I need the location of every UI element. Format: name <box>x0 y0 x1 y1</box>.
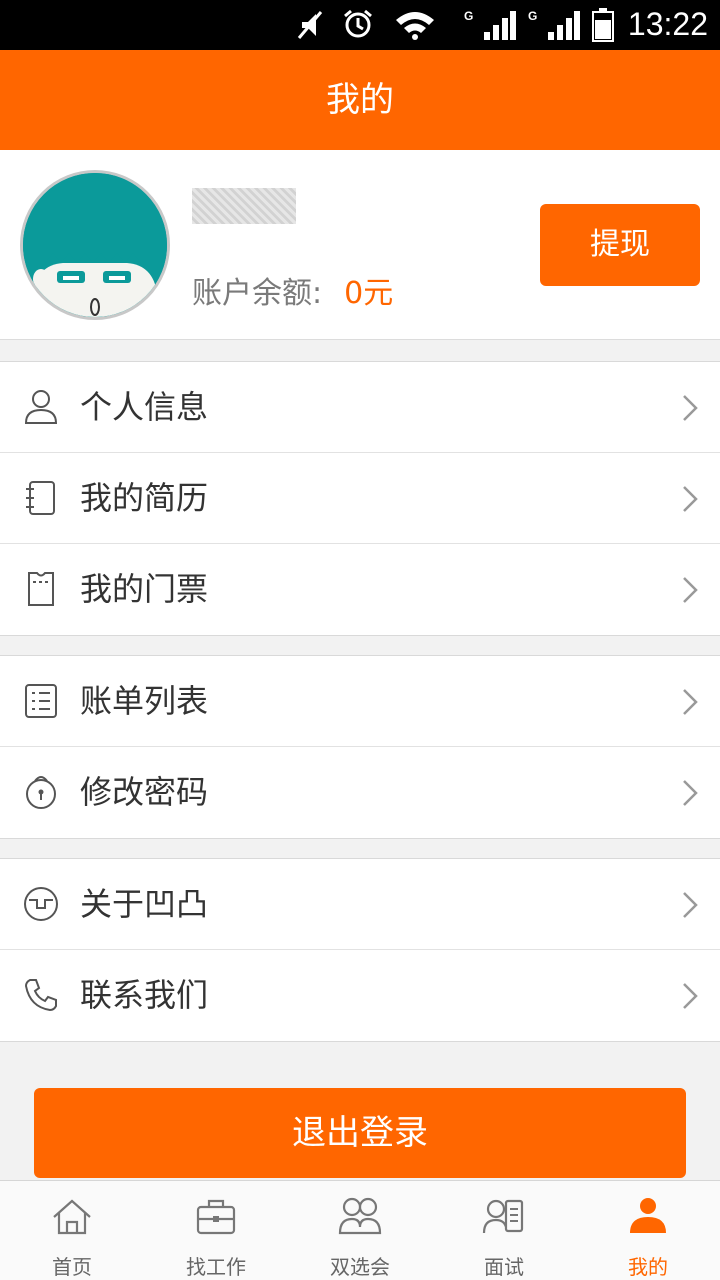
person-icon <box>24 390 58 424</box>
svg-text:G: G <box>528 9 537 23</box>
tab-home[interactable]: 首页 <box>0 1181 144 1280</box>
menu-group-account: 账单列表 修改密码 <box>0 655 720 839</box>
menu-item-change-password[interactable]: 修改密码 <box>0 747 720 838</box>
signal-icon-2: G <box>528 9 580 40</box>
withdraw-button[interactable]: 提现 <box>540 204 700 286</box>
menu-item-personal-info[interactable]: 个人信息 <box>0 362 720 453</box>
avatar[interactable] <box>20 170 170 320</box>
page-title: 我的 <box>326 80 394 120</box>
menu-group-personal: 个人信息 我的简历 我的门票 <box>0 361 720 636</box>
menu-item-contact[interactable]: 联系我们 <box>0 950 720 1041</box>
tab-label: 双选会 <box>330 1255 390 1279</box>
tab-job-fair[interactable]: 双选会 <box>288 1181 432 1280</box>
svg-text:G: G <box>464 9 473 23</box>
list-icon <box>25 684 57 718</box>
tab-label: 我的 <box>628 1255 668 1279</box>
chevron-right-icon <box>683 577 698 603</box>
menu-item-bills[interactable]: 账单列表 <box>0 656 720 747</box>
phone-icon <box>24 979 57 1012</box>
chevron-right-icon <box>683 689 698 715</box>
tab-find-job[interactable]: 找工作 <box>144 1181 288 1280</box>
signal-icon-1: G <box>464 9 516 40</box>
menu-item-label: 联系我们 <box>80 976 209 1014</box>
tab-label: 面试 <box>484 1255 524 1279</box>
tab-mine[interactable]: 我的 <box>576 1181 720 1280</box>
menu-item-label: 我的门票 <box>80 570 209 608</box>
lock-icon <box>26 776 56 809</box>
logo-icon <box>24 887 58 921</box>
chevron-right-icon <box>683 395 698 421</box>
home-icon <box>53 1199 91 1235</box>
menu-item-resume[interactable]: 我的简历 <box>0 453 720 544</box>
chevron-right-icon <box>683 486 698 512</box>
clock: 13:22 <box>627 6 708 42</box>
status-bar: G G 13:22 <box>0 0 720 50</box>
menu-item-about[interactable]: 关于凹凸 <box>0 859 720 950</box>
briefcase-icon <box>196 1199 236 1235</box>
tab-label: 首页 <box>52 1255 92 1279</box>
menu-item-label: 我的简历 <box>80 479 209 517</box>
menu-item-label: 账单列表 <box>80 682 209 720</box>
bottom-tab-bar: 首页 找工作 双选会 面试 我的 <box>0 1180 720 1280</box>
balance-value: 0元 <box>344 276 394 311</box>
username-redacted <box>192 188 296 224</box>
chevron-right-icon <box>683 983 698 1009</box>
balance-label: 账户余额: <box>192 276 323 311</box>
menu-group-about: 关于凹凸 联系我们 <box>0 858 720 1042</box>
chevron-right-icon <box>683 892 698 918</box>
interview-icon <box>482 1199 524 1234</box>
ticket-icon <box>28 572 54 606</box>
tab-interview[interactable]: 面试 <box>432 1181 576 1280</box>
menu-item-tickets[interactable]: 我的门票 <box>0 544 720 635</box>
logout-button[interactable]: 退出登录 <box>34 1088 686 1178</box>
wifi-icon <box>396 12 434 40</box>
app-bar: 我的 <box>0 50 720 150</box>
mute-icon <box>297 11 323 39</box>
people-icon <box>338 1197 382 1235</box>
user-icon <box>630 1198 666 1233</box>
menu-item-label: 个人信息 <box>80 388 209 426</box>
chevron-right-icon <box>683 780 698 806</box>
battery-icon <box>592 8 614 42</box>
notebook-icon <box>26 481 55 515</box>
alarm-icon <box>344 9 372 38</box>
menu-item-label: 关于凹凸 <box>80 885 209 923</box>
balance-row: 账户余额: 0元 <box>192 268 393 312</box>
tab-label: 找工作 <box>186 1255 246 1279</box>
profile-card: 账户余额: 0元 提现 <box>0 150 720 340</box>
menu-item-label: 修改密码 <box>80 773 209 811</box>
